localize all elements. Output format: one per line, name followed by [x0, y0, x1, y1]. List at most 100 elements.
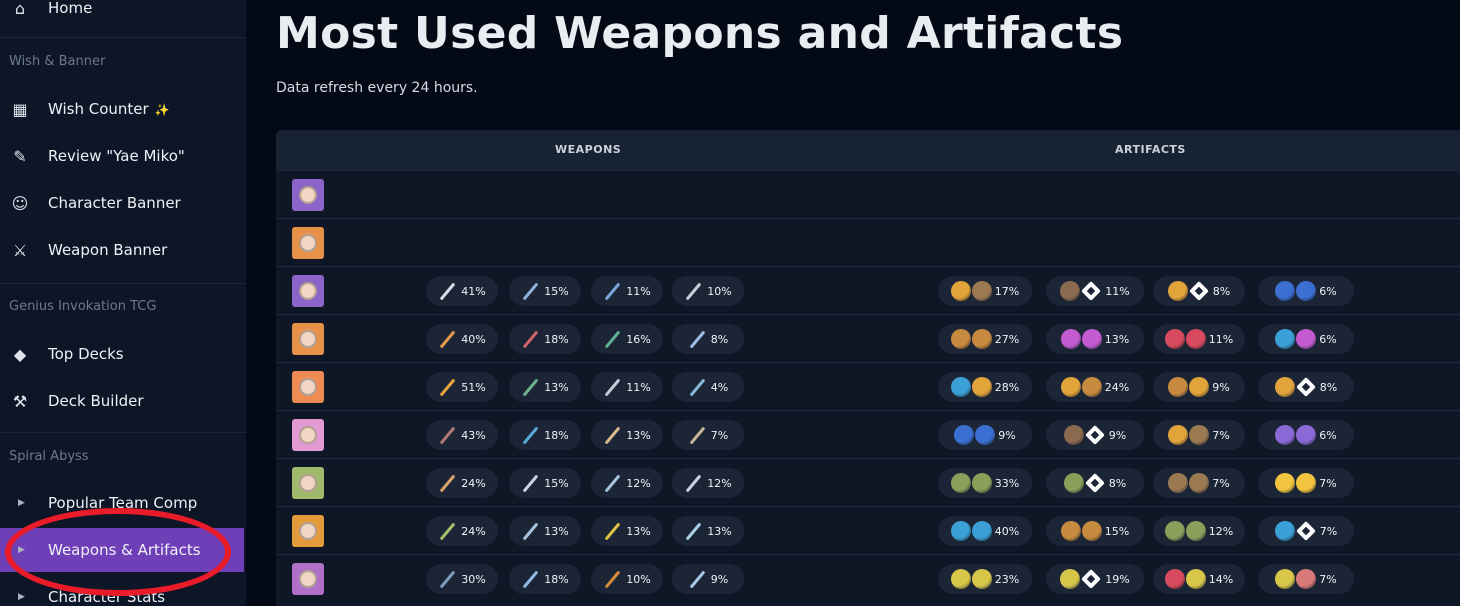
- artifact-usage-pill[interactable]: 7%: [1153, 420, 1245, 450]
- weapon-usage-pill[interactable]: 13%: [509, 372, 581, 402]
- character-face: [299, 378, 317, 396]
- weapon-usage-pill[interactable]: 40%: [426, 324, 498, 354]
- artifact-usage-pill[interactable]: 19%: [1046, 564, 1144, 594]
- people-icon: ☺: [11, 193, 29, 213]
- weapon-icon: [684, 522, 702, 540]
- weapon-usage-pill[interactable]: 18%: [509, 564, 581, 594]
- character-face: [299, 234, 317, 252]
- character-avatar[interactable]: [292, 227, 324, 259]
- nav-weapon-banner[interactable]: ⚔ Weapon Banner: [0, 228, 246, 272]
- weapon-usage-pill[interactable]: 15%: [509, 468, 581, 498]
- nav-home[interactable]: ⌂ Home: [0, 0, 246, 30]
- artifact-set-icon: [1296, 473, 1317, 493]
- artifact-usage-pill[interactable]: 23%: [938, 564, 1032, 594]
- weapon-usage-pill[interactable]: 13%: [591, 516, 663, 546]
- weapon-usage-pill[interactable]: 11%: [591, 276, 663, 306]
- tools-icon: ⚒: [12, 391, 28, 411]
- artifact-usage-pill[interactable]: 27%: [938, 324, 1032, 354]
- character-avatar[interactable]: [292, 563, 324, 595]
- artifact-usage-pill[interactable]: 33%: [938, 468, 1032, 498]
- artifact-usage-pill[interactable]: 6%: [1258, 324, 1354, 354]
- weapon-icon: [688, 378, 706, 396]
- weapon-usage-pill[interactable]: 12%: [591, 468, 663, 498]
- artifact-set-icon: [1296, 329, 1317, 349]
- nav-review[interactable]: ✎ Review "Yae Miko": [0, 134, 246, 178]
- nav-weapons-artifacts[interactable]: ▶ Weapons & Artifacts: [0, 528, 244, 572]
- artifact-usage-pill[interactable]: 14%: [1153, 564, 1245, 594]
- artifact-usage-pill[interactable]: 12%: [1153, 516, 1245, 546]
- artifact-usage-pill[interactable]: 6%: [1258, 276, 1354, 306]
- character-avatar[interactable]: [292, 179, 324, 211]
- artifact-usage-pill[interactable]: 13%: [1046, 324, 1144, 354]
- artifact-usage-pill[interactable]: 40%: [938, 516, 1032, 546]
- artifact-set-icon: [1063, 425, 1084, 445]
- weapon-usage-pill[interactable]: 24%: [426, 516, 498, 546]
- weapon-usage-pill[interactable]: 9%: [672, 564, 744, 594]
- character-avatar[interactable]: [292, 371, 324, 403]
- artifact-set-icon: [1081, 377, 1102, 397]
- artifact-usage-pill[interactable]: 28%: [938, 372, 1032, 402]
- artifact-usage-pill[interactable]: 6%: [1258, 420, 1354, 450]
- weapon-usage-pill[interactable]: 41%: [426, 276, 498, 306]
- artifact-set-icon: [1189, 425, 1210, 445]
- weapon-usage-pill[interactable]: 4%: [672, 372, 744, 402]
- artifact-usage-pill[interactable]: 9%: [938, 420, 1032, 450]
- artifact-usage-pill[interactable]: 7%: [1258, 468, 1354, 498]
- weapon-usage-pill[interactable]: 10%: [591, 564, 663, 594]
- weapon-usage-pill[interactable]: 12%: [672, 468, 744, 498]
- artifact-usage-pill[interactable]: 7%: [1153, 468, 1245, 498]
- nav-top-decks[interactable]: ◆ Top Decks: [0, 332, 246, 376]
- weapon-usage-percent: 24%: [461, 524, 486, 538]
- weapon-usage-pill[interactable]: 18%: [509, 420, 581, 450]
- nav-deck-builder[interactable]: ⚒ Deck Builder: [0, 379, 246, 423]
- weapon-usage-pill[interactable]: 18%: [509, 324, 581, 354]
- character-avatar[interactable]: [292, 515, 324, 547]
- artifact-usage-pill[interactable]: 11%: [1046, 276, 1144, 306]
- artifact-usage-pill[interactable]: 9%: [1046, 420, 1144, 450]
- artifact-usage-pill[interactable]: 8%: [1258, 372, 1354, 402]
- weapon-usage-pill[interactable]: 13%: [672, 516, 744, 546]
- nav-review-label: Review "Yae Miko": [48, 147, 185, 165]
- weapon-usage-pill[interactable]: 16%: [591, 324, 663, 354]
- weapon-usage-pill[interactable]: 8%: [672, 324, 744, 354]
- nav-popular-team-comp[interactable]: ▶ Popular Team Comp: [0, 481, 246, 525]
- character-avatar[interactable]: [292, 419, 324, 451]
- usage-table: WEAPONS ARTIFACTS 41% 15% 11% 10% 17% 11% 8% 6%…: [276, 130, 1460, 606]
- artifact-usage-pill[interactable]: 8%: [1046, 468, 1144, 498]
- character-avatar[interactable]: [292, 275, 324, 307]
- artifact-usage-pill[interactable]: 15%: [1046, 516, 1144, 546]
- weapon-usage-percent: 41%: [461, 284, 486, 298]
- artifact-usage-pill[interactable]: 9%: [1153, 372, 1245, 402]
- artifact-diamond-icon: [1188, 281, 1209, 301]
- weapon-usage-pill[interactable]: 13%: [591, 420, 663, 450]
- nav-character-stats[interactable]: ▶ Character Stats: [0, 575, 246, 606]
- nav-wish-counter[interactable]: ▦ Wish Counter ✨: [0, 87, 246, 131]
- artifact-set-icon: [1275, 473, 1296, 493]
- weapon-usage-pill[interactable]: 30%: [426, 564, 498, 594]
- artifact-usage-pill[interactable]: 11%: [1153, 324, 1245, 354]
- artifact-set-icon: [954, 425, 975, 445]
- artifact-set-icon: [1274, 377, 1295, 397]
- artifact-usage-pill[interactable]: 24%: [1046, 372, 1144, 402]
- character-avatar[interactable]: [292, 323, 324, 355]
- weapon-usage-percent: 51%: [461, 380, 486, 394]
- artifact-usage-pill[interactable]: 17%: [938, 276, 1032, 306]
- weapon-usage-pill[interactable]: 10%: [672, 276, 744, 306]
- artifact-usage-pill[interactable]: 7%: [1258, 516, 1354, 546]
- weapon-usage-percent: 18%: [544, 332, 569, 346]
- artifact-usage-pill[interactable]: 8%: [1153, 276, 1245, 306]
- weapon-usage-pill[interactable]: 13%: [509, 516, 581, 546]
- weapon-usage-pill[interactable]: 11%: [591, 372, 663, 402]
- weapon-usage-pill[interactable]: 15%: [509, 276, 581, 306]
- weapon-usage-percent: 18%: [544, 572, 569, 586]
- nav-character-banner[interactable]: ☺ Character Banner: [0, 181, 246, 225]
- artifact-usage-percent: 23%: [994, 572, 1020, 586]
- weapon-usage-pill[interactable]: 43%: [426, 420, 498, 450]
- artifact-diamond-icon: [1081, 569, 1102, 589]
- weapon-usage-pill[interactable]: 7%: [672, 420, 744, 450]
- character-avatar[interactable]: [292, 467, 324, 499]
- weapon-usage-pill[interactable]: 51%: [426, 372, 498, 402]
- artifact-usage-pill[interactable]: 7%: [1258, 564, 1354, 594]
- character-face: [299, 330, 317, 348]
- weapon-usage-pill[interactable]: 24%: [426, 468, 498, 498]
